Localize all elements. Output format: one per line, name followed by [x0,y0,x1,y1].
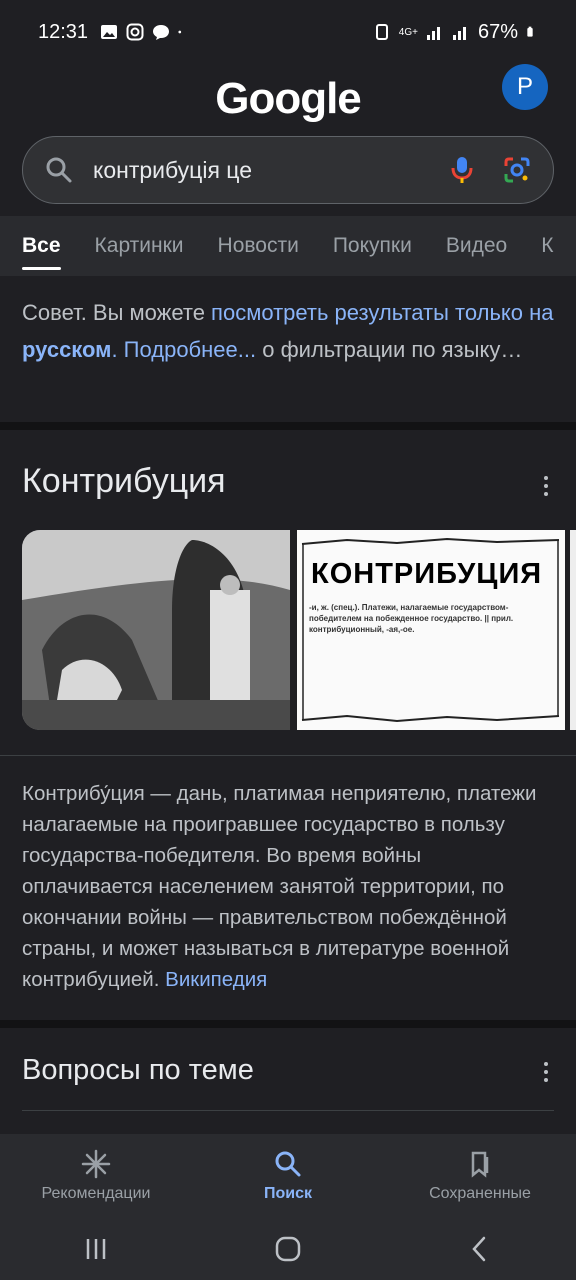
tab-video[interactable]: Видео [446,228,507,264]
microphone-icon[interactable] [451,155,473,185]
sparkle-icon [81,1149,111,1179]
message-icon [153,25,170,40]
related-more-icon[interactable] [544,1062,550,1082]
battery-icon [527,26,533,37]
section-divider-2 [0,1020,576,1028]
clock: 12:31 [38,20,89,43]
gallery-icon [101,25,118,39]
knowledge-title: Контрибуция [22,462,226,500]
status-bar: 12:31 4G+ 67% [0,0,576,64]
google-header: Google P [0,64,576,134]
engraving-illustration [22,530,290,730]
tab-shopping[interactable]: Покупки [333,228,412,264]
nav-search[interactable]: Поиск [198,1149,378,1203]
search-nav-icon [275,1151,301,1177]
instagram-icon [126,23,144,41]
signal-icon-2 [452,27,466,40]
knowledge-image-3[interactable] [570,530,576,730]
battery-label: 67% [477,20,518,43]
language-tip: Совет. Вы можете посмотреть результаты т… [0,276,576,422]
avatar[interactable]: P [502,64,548,110]
google-logo: Google [215,74,362,123]
signal-icon [426,27,440,40]
lens-camera-icon[interactable] [503,156,531,184]
related-questions: Вопросы по теме [0,1028,576,1138]
system-navigation [0,1218,576,1280]
tab-news[interactable]: Новости [218,228,299,264]
bottom-navigation: Рекомендации Поиск Сохраненные [0,1134,576,1218]
knowledge-image-2[interactable]: КОНТРИБУЦИЯ -и, ж. (спец.). Платежи, нал… [297,530,565,730]
divider-line [0,755,576,756]
knowledge-image-1[interactable] [22,530,290,730]
battery-saver-icon [375,24,388,40]
tab-all[interactable]: Все [22,228,61,270]
more-options-icon[interactable] [544,476,550,496]
search-box[interactable]: контрибуція це [22,136,554,204]
network-label: 4G+ [398,26,418,38]
back-icon[interactable] [465,1234,495,1264]
learn-more-link[interactable]: . Подробнее... [111,337,256,362]
knowledge-panel: Контрибуция КОНТРИБУЦИЯ -и, ж. (спец.). … [0,430,576,1020]
paper-edge-decoration [301,537,560,723]
nav-recommendations-label: Рекомендации [41,1185,151,1202]
search-tabs: Все Картинки Новости Покупки Видео К [0,216,576,276]
description-text: Контрибу́ция — дань, платимая неприятелю… [22,782,537,991]
related-title: Вопросы по теме [22,1054,254,1086]
wikipedia-link[interactable]: Википедия [165,968,267,991]
knowledge-description: Контрибу́ция — дань, платимая неприятелю… [22,778,554,995]
recent-apps-icon[interactable] [81,1234,111,1264]
related-divider [22,1110,554,1111]
dot-icon [178,30,182,34]
tip-prefix: Совет. Вы можете [22,300,212,325]
bookmark-icon [471,1151,489,1178]
nav-saved-label: Сохраненные [429,1185,531,1202]
section-divider [0,422,576,430]
tab-images[interactable]: Картинки [95,228,184,264]
tip-link-text: посмотреть результаты только на [211,300,554,325]
tab-more[interactable]: К [541,228,553,264]
nav-saved[interactable]: Сохраненные [390,1149,570,1203]
home-icon[interactable] [273,1234,303,1264]
tip-suffix: о фильтрации по языку… [256,337,523,362]
tip-link-bold: русском [22,337,112,362]
search-input[interactable]: контрибуція це [93,157,451,184]
search-icon [46,157,72,183]
nav-search-label: Поиск [263,1185,312,1202]
nav-recommendations[interactable]: Рекомендации [6,1149,186,1203]
